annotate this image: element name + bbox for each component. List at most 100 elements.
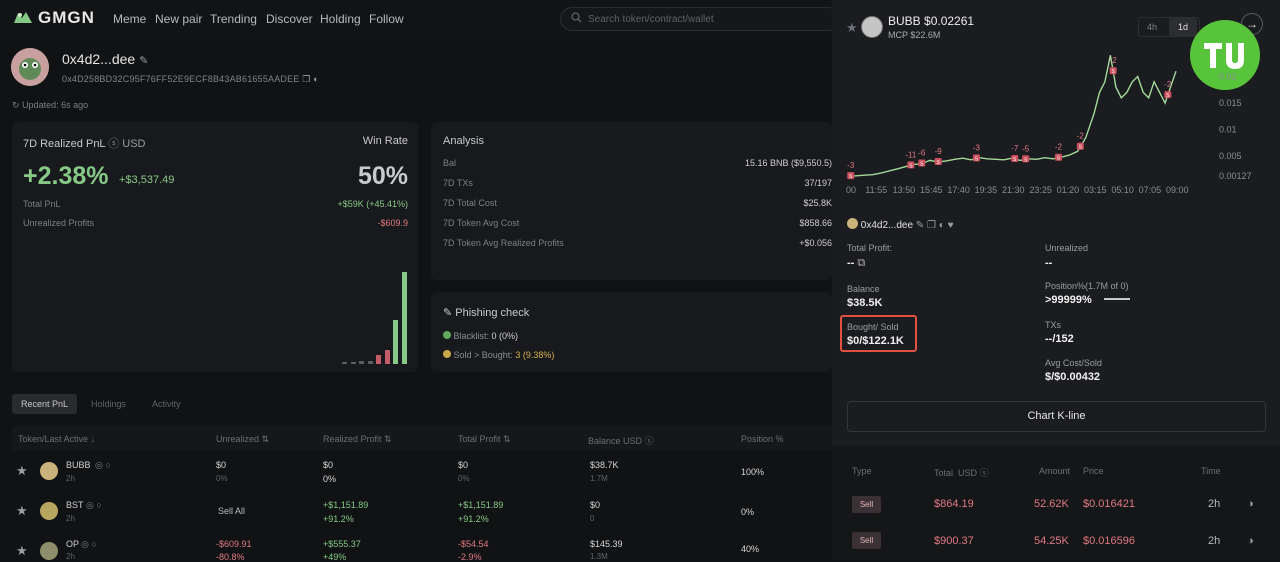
nav-follow[interactable]: Follow	[369, 12, 404, 26]
sell-marker[interactable]: S-3	[847, 161, 855, 180]
external-link-icon[interactable]: ⧉	[857, 257, 865, 269]
panel-wallet: 0x4d2...dee ✎ ❐ ◐ ♥	[847, 218, 954, 231]
token-name[interactable]: BUBB	[66, 460, 91, 470]
avatar	[11, 48, 49, 86]
col-balance[interactable]: Balance USD ⓢ	[588, 434, 654, 447]
tx-explorer-icon[interactable]: ◑	[1247, 535, 1254, 547]
pnl-mini-bar	[367, 361, 373, 364]
col-realized[interactable]: Realized Profit ⇅	[323, 434, 392, 445]
star-icon[interactable]: ★	[16, 463, 28, 479]
nav-discover[interactable]: Discover	[266, 12, 313, 26]
nav-meme[interactable]: Meme	[113, 12, 146, 26]
analysis-row-avg-cost: 7D Token Avg Cost $858.66	[443, 218, 832, 228]
token-link-icon[interactable]: ◎ ○	[95, 460, 111, 471]
chart-kline-button[interactable]: Chart K-line	[847, 401, 1266, 432]
y-tick-label: 0.005	[1219, 151, 1242, 161]
brand-name: GMGN	[38, 8, 95, 27]
total-value: $0	[458, 460, 469, 470]
nav-holding[interactable]: Holding	[320, 12, 361, 26]
sell-marker-label: -3	[847, 161, 855, 170]
tab-activity[interactable]: Activity	[143, 394, 190, 414]
total-sub: 0%	[458, 474, 470, 483]
analysis-row-total-cost: 7D Total Cost $25.8K	[443, 198, 832, 208]
phishing-title: ✎ Phishing check	[443, 307, 530, 319]
analysis-row-avg-profit: 7D Token Avg Realized Profits +$0.056	[443, 238, 832, 248]
trade-time: 2h	[1208, 498, 1221, 510]
x-tick-label: 11:55	[865, 185, 887, 195]
pnl-percent: +2.38%	[23, 162, 109, 190]
gmgn-logo[interactable]: GMGN	[12, 8, 95, 28]
realized-value: +$555.37	[323, 539, 361, 549]
trade-time: 2h	[1208, 535, 1221, 547]
pnl-mini-bar	[342, 362, 347, 364]
sell-marker[interactable]: S-9	[935, 147, 943, 166]
refresh-icon[interactable]: ↻	[12, 100, 20, 110]
sort-icon: ↓	[90, 434, 96, 444]
sell-marker[interactable]: S-7	[1011, 144, 1019, 163]
interval-1d[interactable]: 1d	[1169, 18, 1197, 36]
interval-4h[interactable]: 4h	[1147, 22, 1157, 32]
pnl-mini-bar-chart	[342, 272, 412, 364]
hook-icon: ✎	[443, 307, 453, 319]
currency-toggle-icon[interactable]: ⓢ	[108, 138, 122, 150]
trade-col-total: Total USD ⓢ	[934, 468, 989, 478]
trade-col-amount: Amount	[1039, 466, 1071, 476]
currency-toggle-icon[interactable]: ⓢ	[645, 436, 654, 446]
explorer-icon[interactable]: ◐	[939, 220, 945, 231]
search-input[interactable]: Search token/contract/wallet	[560, 7, 840, 31]
bought-sold-value: $0/$122.1K	[847, 335, 904, 347]
total-pnl-value: +$59K (+45.41%)	[337, 199, 408, 209]
pnl-card-title: 7D Realized PnL ⓢ USD	[23, 138, 146, 150]
unrealized-label: Unrealized	[1045, 243, 1089, 253]
currency-toggle-icon[interactable]: ⓢ	[980, 468, 989, 478]
nav-trending[interactable]: Trending	[210, 12, 257, 26]
star-icon[interactable]: ★	[16, 543, 28, 559]
position-value: 100%	[741, 467, 765, 477]
copy-icon[interactable]: ❐	[927, 220, 936, 231]
x-tick-label: 21:30	[1002, 185, 1025, 195]
sell-marker[interactable]: S-2	[1164, 80, 1172, 99]
col-position[interactable]: Position %	[741, 434, 784, 444]
sell-marker[interactable]: S-5	[1022, 144, 1030, 163]
realized-sub: +91.2%	[323, 514, 354, 524]
avg-cost-value: $/$0.00432	[1045, 371, 1101, 383]
col-unrealized[interactable]: Unrealized ⇅	[216, 434, 269, 445]
token-name[interactable]: BST	[66, 500, 84, 510]
trade-type-badge: Sell	[852, 532, 881, 549]
copy-icon[interactable]: ❐	[302, 74, 310, 84]
star-icon[interactable]: ★	[16, 503, 28, 519]
sell-marker[interactable]: S-2	[1055, 143, 1063, 162]
edit-icon[interactable]: ✎	[916, 220, 924, 231]
sort-icon: ⇅	[384, 434, 392, 444]
sell-marker[interactable]: S-2	[1110, 56, 1118, 75]
x-tick-label: 00	[846, 185, 856, 195]
position-label: Position%(1.7M of 0)	[1045, 281, 1129, 291]
heart-icon[interactable]: ♥	[948, 220, 954, 231]
sell-marker[interactable]: S-3	[973, 143, 981, 162]
token-link-icon[interactable]: ◎ ○	[86, 500, 102, 511]
unrealized-sub: -80.8%	[216, 552, 245, 562]
trade-type-badge: Sell	[852, 496, 881, 513]
table-row[interactable]: ★ BUBB ◎ ○ 2h $0 0% $0 0% $0 0% $38.7K 1…	[12, 452, 832, 490]
star-icon[interactable]: ★	[846, 20, 858, 36]
table-row[interactable]: ★ BST ◎ ○ 2h Sell All +$1,151.89 +91.2% …	[12, 492, 832, 530]
balance-value: $145.39	[590, 539, 623, 549]
nav-new-pair[interactable]: New pair	[155, 12, 202, 26]
edit-icon[interactable]: ✎	[139, 55, 148, 67]
explorer-icon[interactable]: ◐	[313, 74, 319, 84]
sort-icon: ⇅	[261, 434, 270, 444]
col-token[interactable]: Token/Last Active ↓	[18, 434, 95, 444]
sell-all-button[interactable]: Sell All	[218, 506, 245, 516]
col-total[interactable]: Total Profit ⇅	[458, 434, 511, 445]
sell-marker[interactable]: S-6	[918, 149, 926, 168]
token-name[interactable]: OP	[66, 539, 79, 549]
tx-explorer-icon[interactable]: ◑	[1247, 498, 1254, 510]
price-chart[interactable]: 0.02 0.015 0.01 0.005 0.00127 00 11:55 13:50 15:…	[836, 42, 1256, 198]
realized-sub: +49%	[323, 552, 347, 562]
tab-recent-pnl[interactable]: Recent PnL	[12, 394, 78, 414]
table-row[interactable]: ★ OP ◎ ○ 2h -$609.91 -80.8% +$555.37 +49…	[12, 532, 832, 562]
token-link-icon[interactable]: ◎ ○	[81, 539, 97, 550]
realized-sub: 0%	[323, 474, 337, 484]
tab-holdings[interactable]: Holdings	[82, 394, 135, 414]
balance-value: $38.7K	[590, 460, 619, 470]
